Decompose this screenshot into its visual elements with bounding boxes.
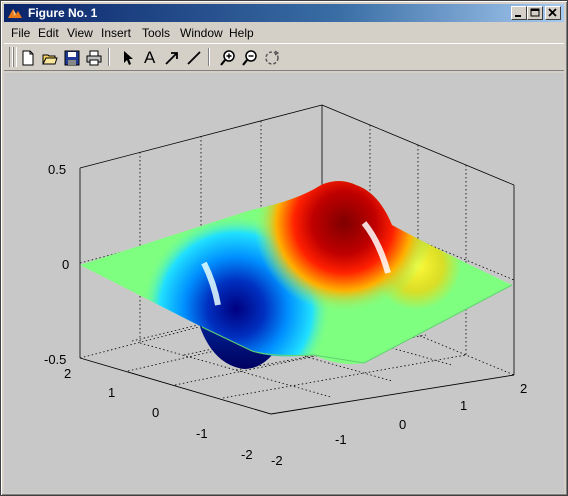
new-figure-button[interactable]: [17, 48, 39, 68]
insert-arrow-button[interactable]: [161, 48, 183, 68]
toolbar-separator-2: [208, 48, 210, 66]
window-title: Figure No. 1: [28, 6, 98, 20]
rotate-3d-icon: [265, 50, 280, 65]
y-tick-label: -2: [241, 447, 253, 462]
rotate-3d-button[interactable]: [261, 48, 283, 68]
z-tick-label: 0: [62, 257, 69, 272]
minimize-icon: [515, 15, 521, 17]
zoom-in-button[interactable]: [217, 48, 239, 68]
new-file-icon: [22, 50, 34, 66]
close-icon: [548, 8, 557, 17]
print-icon: [86, 50, 102, 66]
close-button[interactable]: [545, 6, 561, 20]
insert-text-button[interactable]: A: [139, 48, 161, 68]
z-tick-label: -0.5: [44, 352, 66, 367]
figure-window: Figure No. 1 File Edit View Insert Tools…: [0, 0, 568, 496]
y-tick-label: 1: [108, 385, 115, 400]
maximize-button[interactable]: [527, 6, 543, 20]
menu-file[interactable]: File: [11, 26, 30, 40]
menu-view[interactable]: View: [67, 26, 93, 40]
menu-edit[interactable]: Edit: [38, 26, 59, 40]
toolbar-separator: [108, 48, 110, 66]
menu-tools[interactable]: Tools: [142, 26, 170, 40]
z-tick-label: 0.5: [48, 162, 66, 177]
menu-bar: File Edit View Insert Tools Window Help: [4, 24, 564, 42]
maximize-icon: [530, 8, 540, 17]
open-folder-icon: [42, 54, 58, 65]
edit-plot-button[interactable]: [117, 48, 139, 68]
menu-insert[interactable]: Insert: [101, 26, 131, 40]
surface-plot[interactable]: 0.5 0 -0.5 2 1 0 -1 -2 -2 -1 0 1 2: [4, 73, 564, 493]
axis-floor-edge: [79, 357, 515, 415]
print-button[interactable]: [83, 48, 105, 68]
select-arrow-icon: [124, 51, 133, 65]
figure-canvas[interactable]: 0.5 0 -0.5 2 1 0 -1 -2 -2 -1 0 1 2: [4, 73, 564, 493]
zoom-out-button[interactable]: [239, 48, 261, 68]
x-tick-label: 0: [399, 417, 406, 432]
x-tick-label: 2: [520, 381, 527, 396]
minimize-button[interactable]: [511, 6, 527, 20]
y-tick-label: 2: [64, 366, 71, 381]
save-button[interactable]: [61, 48, 83, 68]
surface-mesh: [80, 181, 512, 364]
menu-help[interactable]: Help: [229, 26, 254, 40]
zoom-in-icon: [220, 50, 235, 66]
x-tick-label: 1: [460, 398, 467, 413]
toolbar: A: [4, 43, 564, 71]
insert-line-icon: [187, 51, 201, 65]
zoom-out-icon: [242, 50, 257, 66]
menu-window[interactable]: Window: [180, 26, 223, 40]
insert-arrow-icon: [165, 52, 178, 65]
matlab-logo-icon: [8, 9, 22, 18]
y-tick-label: 0: [152, 405, 159, 420]
y-tick-label: -1: [196, 426, 208, 441]
x-tick-label: -2: [271, 453, 283, 468]
insert-text-icon: A: [144, 48, 156, 67]
title-bar[interactable]: Figure No. 1: [4, 4, 564, 22]
insert-line-button[interactable]: [183, 48, 205, 68]
x-tick-label: -1: [335, 432, 347, 447]
open-file-button[interactable]: [39, 48, 61, 68]
save-icon: [64, 50, 80, 66]
